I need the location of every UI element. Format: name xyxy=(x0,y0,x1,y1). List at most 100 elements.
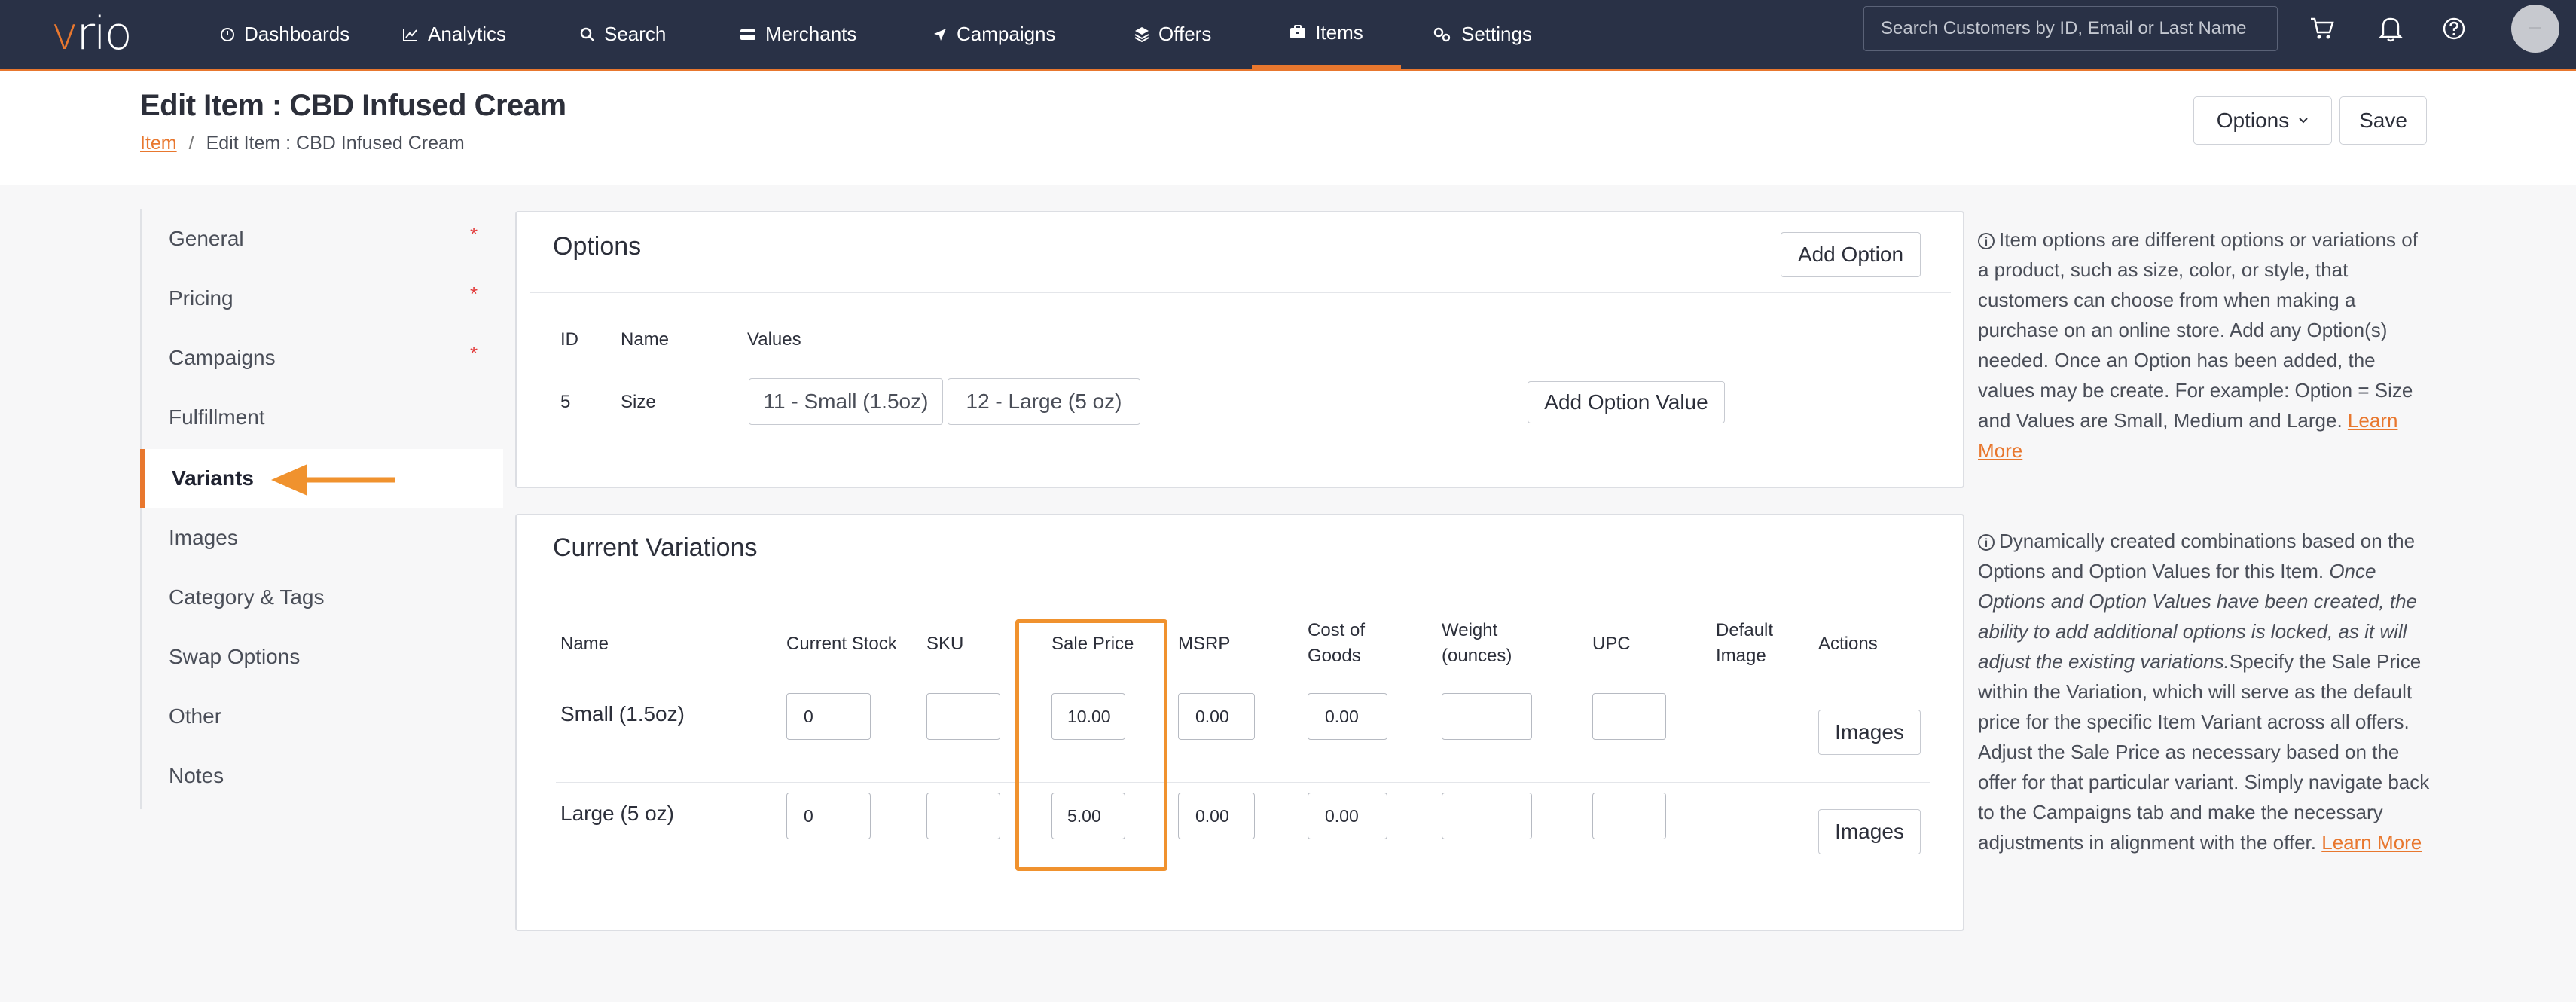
msrp-input[interactable] xyxy=(1178,793,1255,839)
sidebar-item-general[interactable]: General * xyxy=(142,209,505,268)
breadcrumb-item-link[interactable]: Item xyxy=(140,133,177,154)
sidebar-item-swap-options[interactable]: Swap Options xyxy=(142,628,505,686)
variation-name: Small (1.5oz) xyxy=(560,702,685,726)
sidebar-item-label: Pricing xyxy=(169,286,233,310)
settings-icon xyxy=(1433,27,1451,41)
sidebar-item-fulfillment[interactable]: Fulfillment xyxy=(142,388,505,447)
nav-items[interactable]: Items xyxy=(1252,0,1401,69)
variations-panel-title: Current Variations xyxy=(553,533,758,562)
sidebar-item-label: Notes xyxy=(169,764,224,787)
chevron-down-icon xyxy=(2299,118,2308,124)
breadcrumb: Item / Edit Item : CBD Infused Cream xyxy=(140,133,465,154)
sidebar-item-label: Variants xyxy=(172,466,254,490)
images-button[interactable]: Images xyxy=(1818,710,1921,755)
save-button[interactable]: Save xyxy=(2339,96,2427,145)
cost-of-goods-input[interactable] xyxy=(1308,793,1387,839)
cost-of-goods-input[interactable] xyxy=(1308,693,1387,740)
option-id: 5 xyxy=(560,392,571,412)
sku-input[interactable] xyxy=(926,693,1000,740)
sidebar-item-label: Swap Options xyxy=(169,645,301,668)
msrp-input[interactable] xyxy=(1178,693,1255,740)
sidebar-item-label: Category & Tags xyxy=(169,585,325,609)
upc-input[interactable] xyxy=(1592,693,1666,740)
column-header-current-stock: Current Stock xyxy=(786,634,897,654)
current-stock-input[interactable] xyxy=(786,793,871,839)
sidebar-item-other[interactable]: Other xyxy=(142,687,505,746)
column-header-sku: SKU xyxy=(926,634,964,654)
options-panel: Options Add Option ID Name Values 5 Size… xyxy=(515,211,1964,488)
top-navigation-bar: vrio Dashboards Analytics Search Merchan… xyxy=(0,0,2576,71)
option-value-chip-large[interactable]: 12 - Large (5 oz) xyxy=(948,378,1140,425)
sku-input[interactable] xyxy=(926,793,1000,839)
nav-merchants[interactable]: Merchants xyxy=(740,0,856,69)
column-header-default-image: Default Image xyxy=(1716,620,1774,666)
add-option-label: Add Option xyxy=(1797,243,1904,266)
vrio-logo[interactable]: vrio xyxy=(51,8,133,60)
sidebar-item-pricing[interactable]: Pricing * xyxy=(142,269,505,328)
sidebar-item-images[interactable]: Images xyxy=(142,509,505,567)
page-title: Edit Item : CBD Infused Cream xyxy=(140,89,566,122)
sale-price-highlight-box xyxy=(1015,619,1167,871)
nav-dashboards[interactable]: Dashboards xyxy=(220,0,349,69)
column-header-name: Name xyxy=(621,329,670,350)
upc-input[interactable] xyxy=(1592,793,1666,839)
weight-input[interactable] xyxy=(1442,793,1532,839)
offers-icon xyxy=(1134,26,1149,42)
column-header-weight: Weight (ounces) xyxy=(1442,620,1512,666)
nav-settings[interactable]: Settings xyxy=(1433,0,1532,69)
sidebar-item-category-tags[interactable]: Category & Tags xyxy=(142,568,505,627)
images-button[interactable]: Images xyxy=(1818,809,1921,854)
required-marker: * xyxy=(470,223,478,246)
variations-learn-more-link[interactable]: Learn More xyxy=(2321,831,2422,854)
sidebar-item-campaigns[interactable]: Campaigns * xyxy=(142,328,505,387)
nav-search-label: Search xyxy=(604,23,667,45)
breadcrumb-current: Edit Item : CBD Infused Cream xyxy=(206,133,465,154)
nav-settings-label: Settings xyxy=(1461,23,1532,45)
sidebar-item-notes[interactable]: Notes xyxy=(142,747,505,805)
nav-search[interactable]: Search xyxy=(580,0,666,69)
options-dropdown-button[interactable]: Options xyxy=(2193,96,2332,145)
breadcrumb-separator: / xyxy=(188,133,194,154)
merchants-icon xyxy=(740,29,755,40)
help-icon[interactable] xyxy=(2442,17,2466,41)
column-header-upc: UPC xyxy=(1592,634,1631,654)
required-marker: * xyxy=(470,283,478,305)
column-header-values: Values xyxy=(747,329,801,350)
nav-campaigns-label: Campaigns xyxy=(957,23,1056,45)
weight-input[interactable] xyxy=(1442,693,1532,740)
page-header: Edit Item : CBD Infused Cream Item / Edit … xyxy=(0,71,2576,185)
nav-merchants-label: Merchants xyxy=(765,23,857,45)
sidebar-item-label: Other xyxy=(169,704,222,728)
sidebar-item-label: Images xyxy=(169,526,238,549)
cart-icon[interactable] xyxy=(2309,17,2335,41)
options-help-text: i Item options are different options or v… xyxy=(1978,225,2433,466)
items-icon xyxy=(1290,25,1306,38)
notification-bell-icon[interactable] xyxy=(2379,15,2403,42)
option-value-chip-small[interactable]: 11 - Small (1.5oz) xyxy=(749,378,943,425)
column-header-msrp: MSRP xyxy=(1178,634,1231,654)
add-option-button[interactable]: Add Option xyxy=(1781,232,1921,277)
column-header-cost-of-goods: Cost of Goods xyxy=(1308,620,1366,666)
search-icon xyxy=(580,27,594,41)
variations-help-text: i Dynamically created combinations based … xyxy=(1978,526,2433,857)
add-option-value-label: Add Option Value xyxy=(1544,390,1708,414)
nav-offers[interactable]: Offers xyxy=(1134,0,1211,69)
column-header-id: ID xyxy=(560,329,578,350)
dashboard-icon xyxy=(221,27,234,41)
images-button-label: Images xyxy=(1835,720,1904,744)
variations-help-body-2: Specify the Sale Price within the Variat… xyxy=(1978,650,2430,854)
user-avatar[interactable] xyxy=(2511,5,2559,53)
nav-items-label: Items xyxy=(1315,20,1363,44)
current-stock-input[interactable] xyxy=(786,693,871,740)
annotation-arrow-icon xyxy=(271,464,395,496)
customer-search-input[interactable] xyxy=(1863,6,2278,51)
options-panel-title: Options xyxy=(553,232,642,261)
sidebar-item-label: General xyxy=(169,227,244,250)
info-icon: i xyxy=(1978,233,1995,250)
nav-campaigns[interactable]: Campaigns xyxy=(932,0,1056,69)
nav-dashboards-label: Dashboards xyxy=(244,23,350,45)
add-option-value-button[interactable]: Add Option Value xyxy=(1528,381,1725,423)
nav-analytics-label: Analytics xyxy=(428,23,507,45)
nav-analytics[interactable]: Analytics xyxy=(402,0,506,69)
divider xyxy=(530,292,1951,293)
